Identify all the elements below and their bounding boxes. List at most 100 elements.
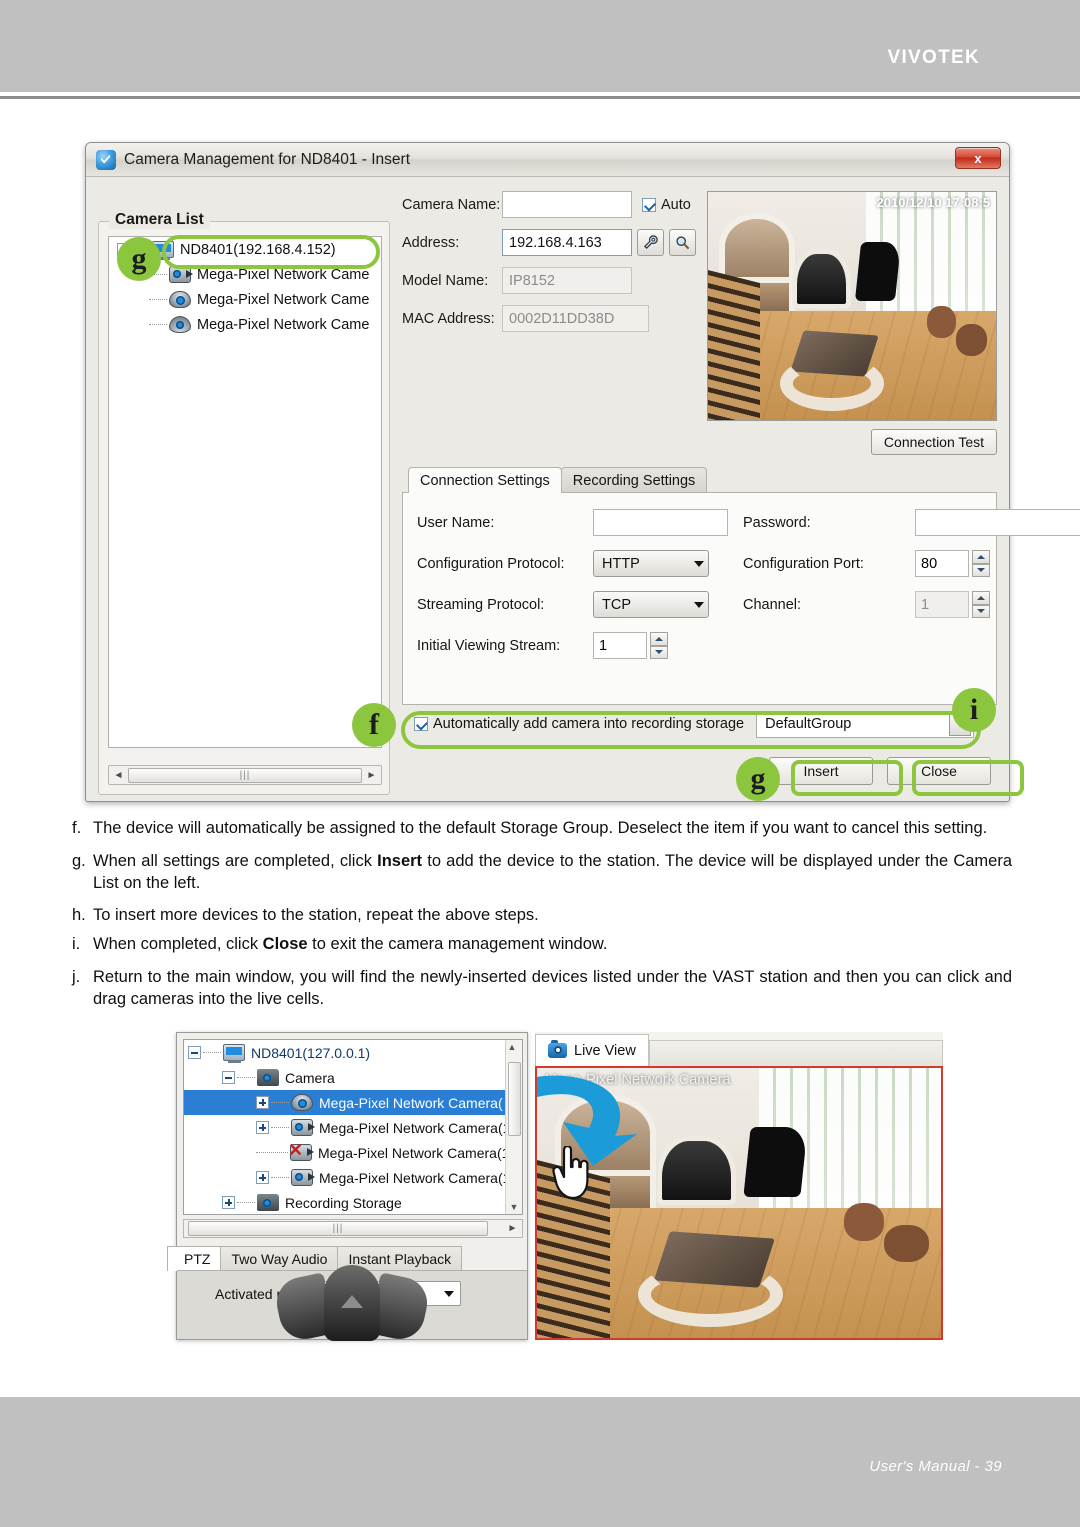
scroll-right-icon[interactable]: ► (364, 770, 379, 781)
config-port-input[interactable]: 80 (915, 550, 969, 577)
header-divider (0, 96, 1080, 99)
live-view-window: Live View Mega-Pixel Network Camera (535, 1032, 943, 1340)
pc-icon (223, 1044, 245, 1063)
spinner-down-icon[interactable] (650, 645, 668, 659)
instruction-marker: h. (72, 906, 86, 925)
station-tree-hscrollbar[interactable]: ||| ► (183, 1219, 523, 1238)
folder-icon (257, 1194, 279, 1211)
tree-node-camera-2[interactable]: Mega-Pixel Network Camera(19 (184, 1115, 522, 1140)
expand-icon[interactable] (222, 1196, 235, 1209)
streaming-protocol-select[interactable]: TCP (593, 591, 709, 618)
folder-icon (257, 1069, 279, 1086)
scroll-left-icon[interactable]: ◄ (111, 770, 126, 781)
channel-spinners (972, 591, 990, 618)
tree-node-station[interactable]: ND8401(127.0.0.1) (184, 1040, 522, 1065)
instruction-text: Return to the main window, you will find… (93, 967, 1012, 1008)
scroll-up-icon[interactable]: ▲ (508, 1042, 521, 1052)
instruction-j: j. Return to the main window, you will f… (72, 967, 1012, 1011)
fisheye-camera-icon (291, 1094, 313, 1111)
box-camera-icon (291, 1119, 315, 1136)
close-button[interactable]: Close (887, 757, 991, 785)
tabstrip-filler (648, 1040, 943, 1066)
instruction-g: g. When all settings are completed, clic… (72, 851, 1012, 895)
station-tree[interactable]: ND8401(127.0.0.1) Camera Mega-Pixel Netw… (183, 1039, 523, 1215)
tree-node-label: ND8401(127.0.0.1) (251, 1044, 371, 1061)
scrollbar-thumb[interactable] (507, 1062, 521, 1136)
tab-connection-settings[interactable]: Connection Settings (408, 467, 562, 493)
tree-node-label: Mega-Pixel Network Came (197, 266, 370, 283)
spinner-down-icon[interactable] (972, 563, 990, 577)
tree-node-label: ND8401(192.168.4.152) (180, 241, 336, 258)
tab-ptz[interactable]: PTZ (167, 1246, 222, 1271)
storage-group-select[interactable]: DefaultGroup (756, 710, 975, 738)
tree-node-camera-folder[interactable]: Camera (184, 1065, 522, 1090)
initial-stream-input[interactable]: 1 (593, 632, 647, 659)
password-label: Password: (743, 514, 811, 531)
tree-node-camera-3[interactable]: Mega-Pixel Network Camera(19 (184, 1140, 522, 1165)
tab-recording-settings[interactable]: Recording Settings (560, 467, 708, 493)
auto-storage-row: Automatically add camera into recording … (406, 709, 993, 739)
initial-stream-spinners[interactable] (650, 632, 668, 659)
instruction-marker: j. (72, 967, 81, 986)
live-view-cell[interactable]: Mega-Pixel Network Camera (535, 1066, 943, 1340)
channel-stepper: 1 (915, 591, 1080, 618)
camera-name-input[interactable] (502, 191, 632, 218)
joystick-up-button[interactable] (324, 1265, 380, 1341)
expand-icon[interactable] (256, 1096, 269, 1109)
instruction-marker: i. (72, 935, 81, 954)
password-input[interactable] (915, 509, 1080, 536)
close-icon[interactable]: x (955, 147, 1001, 169)
wrench-icon[interactable] (637, 229, 664, 256)
scrollbar-thumb[interactable]: ||| (188, 1221, 488, 1236)
magnifier-icon[interactable] (669, 229, 696, 256)
spinner-up-icon[interactable] (972, 550, 990, 564)
tab-live-view[interactable]: Live View (535, 1034, 649, 1066)
tree-node-label: Recording Storage (285, 1194, 402, 1211)
mac-address-value: 0002D11DD38D (502, 305, 649, 332)
tree-node-camera-2[interactable]: Mega-Pixel Network Came (109, 287, 381, 312)
auto-storage-checkbox[interactable] (414, 717, 428, 731)
live-view-tabstrip: Live View (535, 1032, 943, 1066)
config-protocol-select[interactable]: HTTP (593, 550, 709, 577)
initial-stream-stepper[interactable]: 1 (593, 632, 743, 659)
instructions-block: f. The device will automatically be assi… (72, 818, 1012, 1021)
camera-management-dialog: Camera Management for ND8401 - Insert x … (85, 142, 1080, 802)
tree-node-camera-1[interactable]: Mega-Pixel Network Camera( (184, 1090, 522, 1115)
user-name-input[interactable] (593, 509, 728, 536)
instruction-text: When completed, click Close to exit the … (93, 935, 608, 954)
callout-g-insert: g (736, 757, 780, 801)
config-port-spinners[interactable] (972, 550, 990, 577)
config-protocol-value: HTTP (602, 555, 640, 572)
expand-icon[interactable] (256, 1121, 269, 1134)
instruction-marker: f. (72, 819, 82, 837)
tree-connector (271, 1102, 289, 1103)
ptz-joystick[interactable] (264, 1265, 440, 1353)
auto-label: Auto (661, 196, 691, 213)
connection-test-button[interactable]: Connection Test (871, 429, 997, 455)
collapse-icon[interactable] (188, 1046, 201, 1059)
auto-checkbox[interactable] (642, 197, 656, 212)
expand-icon[interactable] (256, 1171, 269, 1184)
station-tree-vscrollbar[interactable]: ▲ ▼ (505, 1040, 522, 1214)
fisheye-camera-icon (169, 291, 191, 308)
config-port-stepper[interactable]: 80 (915, 550, 1080, 577)
insert-button[interactable]: Insert (769, 757, 873, 785)
camera-icon (548, 1040, 567, 1058)
instruction-text: To insert more devices to the station, r… (93, 906, 539, 925)
camera-list-hscrollbar[interactable]: ◄ ||| ► (108, 765, 382, 785)
tree-node-recording-storage[interactable]: Recording Storage (184, 1190, 522, 1214)
camera-list-tree[interactable]: ND8401(192.168.4.152) Mega-Pixel Network… (108, 236, 382, 748)
camera-list-title: Camera List (109, 211, 210, 229)
streaming-protocol-label: Streaming Protocol: (417, 596, 545, 613)
collapse-icon[interactable] (222, 1071, 235, 1084)
auto-checkbox-wrap[interactable]: Auto (642, 197, 691, 213)
scroll-right-icon[interactable]: ► (505, 1223, 520, 1234)
address-input[interactable]: 192.168.4.163 (502, 229, 632, 256)
tree-node-camera-4[interactable]: Mega-Pixel Network Camera(19 (184, 1165, 522, 1190)
connection-settings-panel: User Name: Password: Configuration Proto… (402, 492, 1080, 705)
tree-node-camera-3[interactable]: Mega-Pixel Network Came (109, 312, 381, 337)
scroll-down-icon[interactable]: ▼ (510, 1202, 519, 1212)
tree-connector (203, 1052, 221, 1053)
scrollbar-thumb[interactable]: ||| (128, 767, 362, 783)
spinner-up-icon[interactable] (650, 632, 668, 646)
